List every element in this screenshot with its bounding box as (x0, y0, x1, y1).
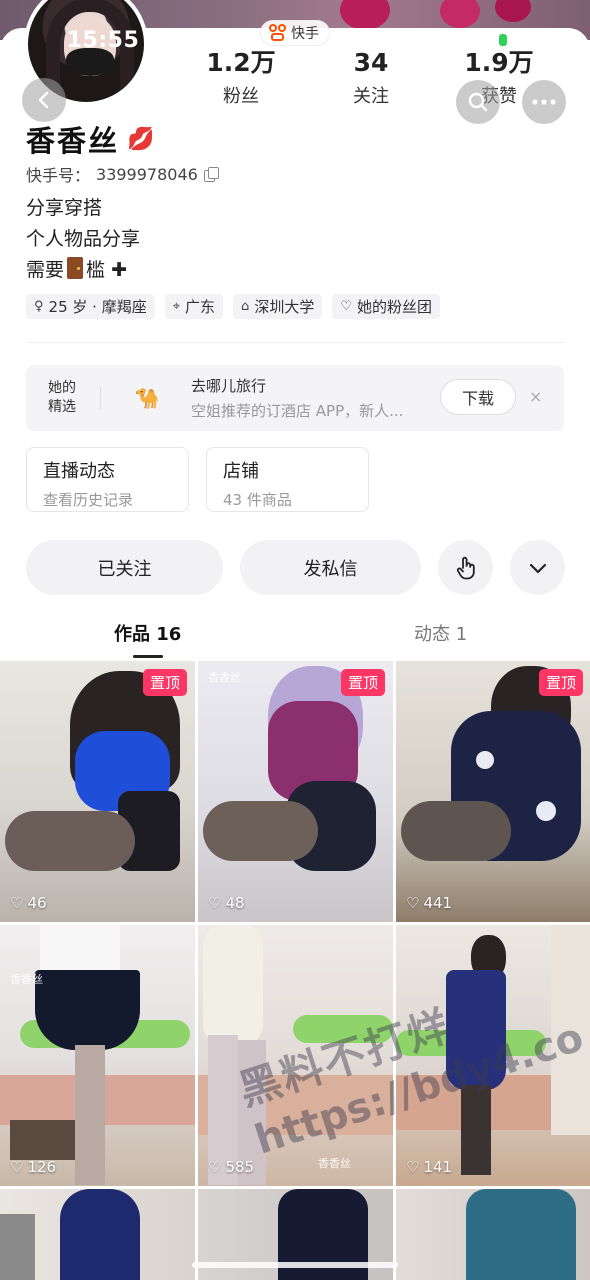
video-thumbnail[interactable]: 置顶 ♡ 441 (396, 661, 590, 922)
status-time: 15:55 (66, 28, 140, 53)
like-count: ♡ 141 (406, 1158, 453, 1176)
hand-pointer-icon (456, 556, 475, 579)
stat-fans[interactable]: 1.2万 粉丝 (191, 48, 291, 108)
close-icon[interactable]: × (529, 387, 542, 406)
tag-school[interactable]: ⌂ 深圳大学 (233, 294, 323, 319)
location-pin-icon: ⌖ (172, 299, 181, 314)
shop-subtitle: 43 件商品 (223, 491, 292, 509)
ad-card[interactable]: 她的 精选 🐪 去哪儿旅行 空姐推荐的订酒店 APP，新人... 下载 × (26, 365, 564, 431)
video-thumbnail[interactable]: ♡ 141 (396, 925, 590, 1186)
cover-flower (440, 0, 480, 28)
kuaishou-id-row[interactable]: 快手号： 3399978046 (26, 162, 219, 186)
divider (26, 342, 564, 343)
likes-count: 1.9万 (464, 48, 534, 77)
graduation-cap-icon: ⌂ (241, 299, 250, 314)
more-options-button[interactable] (522, 80, 566, 124)
heart-icon: ♡ (208, 894, 222, 912)
privacy-indicator-icon (499, 34, 507, 46)
tab-works[interactable]: 作品 16 (114, 620, 181, 646)
heart-icon: ♡ (406, 894, 420, 912)
search-icon (468, 92, 488, 112)
expand-button[interactable] (510, 540, 565, 595)
like-count: ♡ 48 (208, 894, 245, 912)
live-history-subtitle: 查看历史记录 (43, 491, 134, 509)
following-label: 关注 (353, 86, 389, 107)
female-icon: ♀ (34, 299, 44, 314)
like-count: ♡ 126 (10, 1158, 57, 1176)
search-button[interactable] (456, 80, 500, 124)
watermark-name: 香香丝 (208, 671, 241, 684)
ellipsis-icon (532, 99, 556, 105)
kuaishou-logo-icon (269, 24, 287, 42)
video-thumbnail[interactable] (0, 1189, 195, 1280)
ad-title: 去哪儿旅行 (191, 377, 267, 395)
bio-line: 需要槛 ✚ (26, 257, 127, 281)
lips-icon: 💋 (127, 126, 155, 152)
tag-location[interactable]: ⌖ 广东 (164, 294, 224, 319)
ad-description: 空姐推荐的订酒店 APP，新人... (191, 402, 404, 420)
chevron-left-icon (38, 91, 49, 109)
copy-icon[interactable] (203, 167, 219, 182)
following-count: 34 (353, 48, 389, 77)
profile-page: 15:55 快手 1.2万 粉丝 34 关注 1.9万 获赞 香香丝 💋 快手号… (0, 0, 590, 1280)
app-name: 快手 (291, 26, 319, 42)
camel-logo-icon: 🐪 (134, 386, 160, 410)
bio-line: 个人物品分享 (26, 228, 141, 250)
video-thumbnail[interactable]: 置顶 ♡ 46 (0, 661, 195, 922)
profile-tags: ♀ 25 岁 · 摩羯座 ⌖ 广东 ⌂ 深圳大学 ♡ 她的粉丝团 (26, 294, 440, 319)
plus-icon: ✚ (111, 259, 127, 281)
heart-icon: ♡ (406, 1158, 420, 1176)
pinned-badge: 置顶 (538, 669, 583, 696)
heart-icon: ♡ (340, 299, 352, 314)
poke-button[interactable] (438, 540, 493, 595)
cover-flower (495, 0, 531, 22)
heart-icon: ♡ (10, 1158, 24, 1176)
watermark-name: 香香丝 (10, 973, 43, 986)
bio-line: 分享穿搭 (26, 197, 103, 219)
home-indicator[interactable] (192, 1262, 398, 1268)
chevron-down-icon (529, 563, 546, 573)
live-history-title: 直播动态 (43, 461, 115, 482)
profile-name: 香香丝 (26, 124, 120, 158)
fans-count: 1.2万 (206, 48, 276, 77)
shop-title: 店铺 (223, 461, 259, 482)
pinned-badge: 置顶 (142, 669, 187, 696)
like-count: ♡ 46 (10, 894, 47, 912)
app-source-pill[interactable]: 快手 (260, 20, 330, 46)
fans-label: 粉丝 (223, 86, 259, 107)
video-thumbnail[interactable]: 香香丝 置顶 ♡ 48 (198, 661, 393, 922)
video-thumbnail[interactable]: 香香丝 ♡ 126 (0, 925, 195, 1186)
video-thumbnail[interactable]: 香香丝 ♡ 585 (198, 925, 393, 1186)
active-tab-indicator (133, 655, 163, 658)
kuaishou-id-label: 快手号： (26, 166, 91, 185)
video-thumbnail[interactable] (396, 1189, 590, 1280)
followed-button[interactable]: 已关注 (26, 540, 223, 595)
send-message-button[interactable]: 发私信 (240, 540, 421, 595)
ad-text: 去哪儿旅行 空姐推荐的订酒店 APP，新人... (191, 375, 421, 421)
live-history-card[interactable]: 直播动态 查看历史记录 (26, 447, 189, 512)
heart-icon: ♡ (208, 1158, 222, 1176)
download-button[interactable]: 下载 (440, 379, 516, 415)
back-button[interactable] (22, 78, 66, 122)
profile-name-row: 香香丝 💋 (26, 118, 154, 160)
shop-card[interactable]: 店铺 43 件商品 (206, 447, 369, 512)
like-count: ♡ 585 (208, 1158, 255, 1176)
kuaishou-id: 3399978046 (96, 164, 198, 184)
stat-following[interactable]: 34 关注 (321, 48, 421, 108)
tag-fan-club[interactable]: ♡ 她的粉丝团 (332, 294, 440, 319)
tag-age-zodiac[interactable]: ♀ 25 岁 · 摩羯座 (26, 294, 155, 319)
divider (100, 387, 101, 409)
tab-dynamics[interactable]: 动态 1 (414, 620, 467, 646)
ad-section-label: 她的 精选 (48, 380, 76, 415)
like-count: ♡ 441 (406, 894, 453, 912)
profile-bio: 分享穿搭 个人物品分享 需要槛 ✚ (26, 193, 140, 286)
door-icon (67, 257, 84, 279)
watermark-name: 香香丝 (318, 1157, 351, 1170)
cover-flower (340, 0, 390, 30)
heart-icon: ♡ (10, 894, 24, 912)
pinned-badge: 置顶 (340, 669, 385, 696)
